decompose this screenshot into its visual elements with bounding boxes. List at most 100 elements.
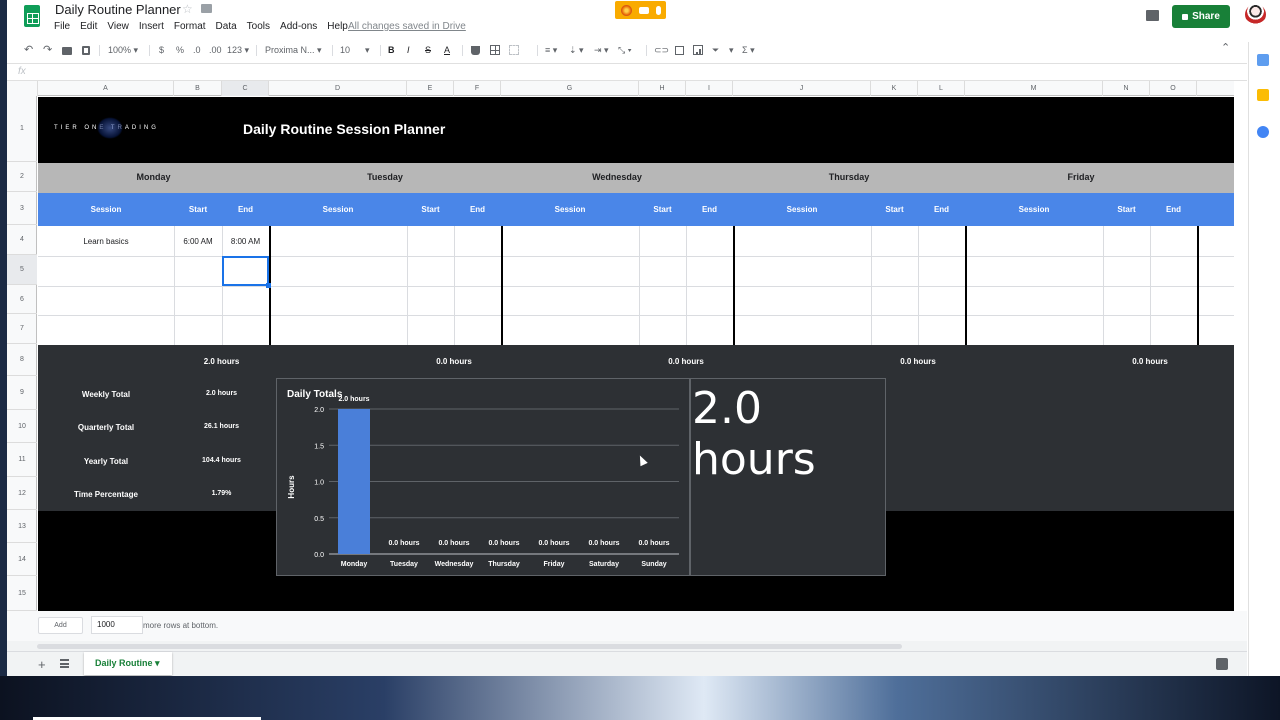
menu-insert[interactable]: Insert bbox=[139, 21, 164, 35]
merge-cells-icon[interactable] bbox=[509, 45, 519, 55]
selected-cell[interactable] bbox=[222, 256, 269, 286]
filter-views-icon[interactable]: ▾ bbox=[729, 44, 734, 57]
text-color-button[interactable]: A bbox=[444, 44, 450, 57]
save-status[interactable]: All changes saved in Drive bbox=[348, 21, 466, 32]
column-header[interactable]: O bbox=[1150, 81, 1197, 96]
document-title[interactable]: Daily Routine Planner bbox=[55, 2, 181, 17]
column-header[interactable]: F bbox=[454, 81, 501, 96]
more-formats-button[interactable]: 123 ▾ bbox=[227, 44, 249, 57]
sheets-logo-icon[interactable] bbox=[24, 5, 40, 27]
column-header[interactable]: N bbox=[1103, 81, 1150, 96]
increase-decimal-button[interactable]: .00 bbox=[209, 44, 222, 57]
menu-data[interactable]: Data bbox=[216, 21, 237, 35]
add-sheet-icon[interactable]: + bbox=[38, 657, 46, 672]
column-header[interactable]: L bbox=[918, 81, 965, 96]
sheet-content[interactable]: TIER ONE TRADING Daily Routine Session P… bbox=[38, 97, 1234, 611]
horizontal-align-icon[interactable]: ≡ ▾ bbox=[545, 44, 557, 57]
zoom-select[interactable]: 100% ▾ bbox=[108, 44, 138, 57]
row-header[interactable]: 4 bbox=[7, 225, 37, 255]
star-icon[interactable]: ☆ bbox=[182, 2, 193, 16]
monday-end-cell[interactable]: 8:00 AM bbox=[222, 237, 269, 246]
spreadsheet-grid[interactable]: A B C D E F G H I J K L M N O 1 2 3 4 5 … bbox=[7, 81, 1234, 611]
filter-icon[interactable]: ⏷ bbox=[712, 44, 719, 57]
undo-icon[interactable]: ↶ bbox=[24, 44, 33, 57]
chevron-down-icon[interactable]: ▾ bbox=[155, 658, 160, 668]
fill-handle[interactable] bbox=[266, 283, 271, 288]
row-header[interactable]: 5 bbox=[7, 255, 37, 285]
menu-help[interactable]: Help bbox=[327, 21, 348, 35]
menu-tools[interactable]: Tools bbox=[247, 21, 270, 35]
row-header[interactable]: 12 bbox=[7, 477, 37, 510]
insert-chart-icon[interactable] bbox=[693, 45, 703, 55]
column-header[interactable]: E bbox=[407, 81, 454, 96]
decrease-decimal-button[interactable]: .0 bbox=[193, 44, 201, 57]
keep-icon[interactable] bbox=[1257, 89, 1269, 101]
borders-icon[interactable] bbox=[490, 45, 500, 55]
insert-link-icon[interactable]: ⊂⊃ bbox=[654, 44, 669, 57]
font-select[interactable]: Proxima N... ▾ bbox=[265, 44, 325, 57]
column-header[interactable]: I bbox=[686, 81, 733, 96]
row-header[interactable]: 8 bbox=[7, 344, 37, 376]
bold-button[interactable]: B bbox=[388, 44, 395, 57]
insert-comment-icon[interactable] bbox=[675, 46, 684, 55]
menu-addons[interactable]: Add-ons bbox=[280, 21, 317, 35]
redo-icon[interactable]: ↷ bbox=[43, 44, 52, 57]
horizontal-scrollbar[interactable] bbox=[7, 641, 1247, 651]
vertical-align-icon[interactable]: ⇣ ▾ bbox=[569, 44, 584, 57]
row-header[interactable]: 13 bbox=[7, 510, 37, 543]
folder-icon[interactable] bbox=[201, 4, 212, 13]
column-header[interactable]: B bbox=[174, 81, 222, 96]
daily-totals-chart[interactable]: Daily Totals Hours 0.0 0.5 1.0 1.5 2.0 2.0 hour… bbox=[276, 378, 690, 576]
row-header[interactable]: 3 bbox=[7, 192, 37, 225]
menu-format[interactable]: Format bbox=[174, 21, 206, 35]
paint-format-icon[interactable] bbox=[82, 46, 90, 55]
scrollbar-thumb[interactable] bbox=[37, 644, 902, 649]
strikethrough-button[interactable]: S bbox=[425, 44, 431, 57]
text-rotation-icon[interactable]: ⤡ ▾ bbox=[618, 44, 631, 57]
column-header[interactable]: D bbox=[269, 81, 407, 96]
row-header[interactable]: 7 bbox=[7, 314, 37, 344]
microphone-icon[interactable] bbox=[655, 5, 661, 15]
italic-button[interactable]: I bbox=[407, 44, 410, 57]
all-sheets-icon[interactable] bbox=[60, 659, 69, 668]
menu-file[interactable]: File bbox=[54, 21, 70, 35]
explore-icon[interactable] bbox=[1216, 658, 1228, 670]
scorecard-chart[interactable]: 2.0 hours bbox=[690, 378, 886, 576]
percent-button[interactable]: % bbox=[176, 44, 184, 57]
sheet-tab[interactable]: Daily Routine ▾ bbox=[84, 652, 172, 675]
menu-view[interactable]: View bbox=[107, 21, 129, 35]
meeting-extension[interactable] bbox=[615, 1, 666, 19]
collapse-menus-icon[interactable]: ⌃ bbox=[1221, 41, 1230, 54]
column-header[interactable]: J bbox=[733, 81, 871, 96]
row-header[interactable]: 2 bbox=[7, 162, 37, 192]
tasks-icon[interactable] bbox=[1257, 126, 1269, 138]
calendar-icon[interactable] bbox=[1257, 54, 1269, 66]
column-header[interactable]: C bbox=[222, 81, 269, 96]
text-wrap-icon[interactable]: ⇥ ▾ bbox=[594, 44, 609, 57]
comment-icon[interactable] bbox=[1146, 10, 1159, 21]
column-header[interactable]: K bbox=[871, 81, 918, 96]
column-header[interactable]: G bbox=[501, 81, 639, 96]
monday-start-cell[interactable]: 6:00 AM bbox=[174, 237, 222, 246]
formula-bar[interactable]: fx bbox=[7, 63, 1247, 81]
share-button[interactable]: Share bbox=[1172, 5, 1230, 28]
row-header[interactable]: 14 bbox=[7, 543, 37, 576]
select-all-corner[interactable] bbox=[7, 81, 38, 96]
currency-button[interactable]: $ bbox=[159, 44, 164, 57]
row-header[interactable]: 9 bbox=[7, 376, 37, 410]
monday-session-cell[interactable]: Learn basics bbox=[38, 237, 174, 246]
column-header[interactable]: H bbox=[639, 81, 686, 96]
add-rows-button[interactable]: Add bbox=[38, 617, 83, 634]
row-header[interactable]: 10 bbox=[7, 410, 37, 443]
font-size-select[interactable]: 10 ▾ bbox=[340, 44, 375, 57]
rows-count-input[interactable]: 1000 bbox=[91, 616, 143, 634]
functions-button[interactable]: Σ ▾ bbox=[742, 44, 755, 57]
row-header[interactable]: 11 bbox=[7, 443, 37, 477]
fill-color-icon[interactable] bbox=[471, 46, 480, 55]
row-header[interactable]: 15 bbox=[7, 576, 37, 611]
camera-icon[interactable] bbox=[638, 6, 649, 14]
menu-edit[interactable]: Edit bbox=[80, 21, 97, 35]
avatar[interactable] bbox=[1245, 4, 1266, 25]
print-icon[interactable] bbox=[62, 47, 72, 55]
column-header[interactable]: M bbox=[965, 81, 1103, 96]
